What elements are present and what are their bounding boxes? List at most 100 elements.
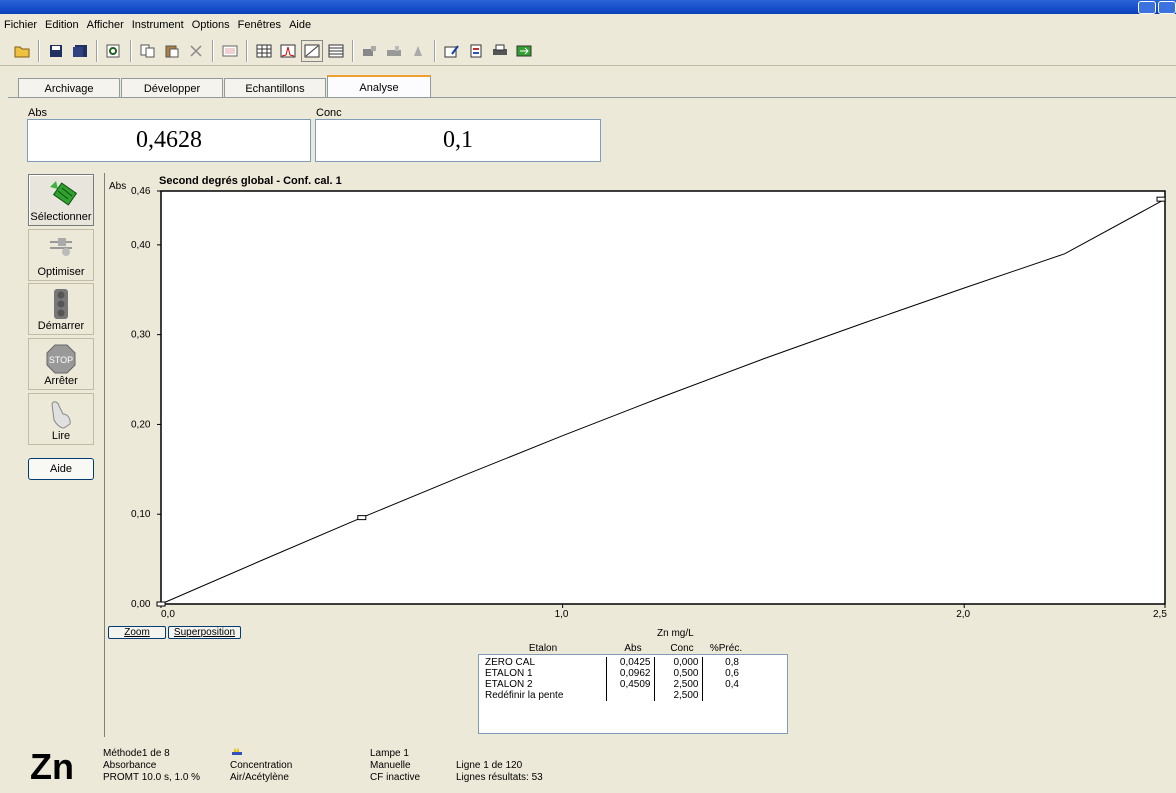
open-folder-icon[interactable]	[11, 40, 33, 62]
menu-aide[interactable]: Aide	[285, 19, 315, 31]
grid-view-icon[interactable]	[325, 40, 347, 62]
optimize-icon	[44, 234, 78, 265]
status-mode-line: Absorbance	[103, 760, 157, 771]
help-button[interactable]: Aide	[28, 458, 94, 480]
table-cell	[606, 690, 655, 701]
read-button[interactable]: Lire	[28, 393, 94, 445]
status-method-line: Méthode1 de 8	[103, 748, 170, 759]
table-cell: 0,4509	[606, 679, 655, 690]
printer-icon[interactable]	[489, 40, 511, 62]
table-cell: 2,500	[654, 679, 703, 690]
table-row[interactable]: Redéfinir la pente 2,500	[482, 690, 742, 701]
zoom-button[interactable]: Zoom	[108, 626, 166, 639]
menu-options[interactable]: Options	[188, 19, 234, 31]
instrument-icon[interactable]	[359, 40, 381, 62]
y-tick-label: 0,46	[131, 186, 151, 197]
save-all-icon[interactable]	[69, 40, 91, 62]
superposition-button[interactable]: Superposition	[168, 626, 241, 639]
calibration-table: Etalon Abs Conc %Préc. ZERO CAL 0,0425 0,0…	[478, 643, 788, 735]
select-label: Sélectionner	[30, 211, 92, 223]
copy-icon[interactable]	[137, 40, 159, 62]
traffic-light-icon	[44, 288, 78, 323]
tab-analyse[interactable]: Analyse	[327, 75, 431, 98]
table-cell: ZERO CAL	[482, 657, 607, 668]
tab-developper[interactable]: Développer	[121, 78, 223, 98]
y-tick-label: 0,00	[131, 599, 151, 610]
conc-readout: 0,1	[315, 119, 601, 162]
save-icon[interactable]	[45, 40, 67, 62]
hand-icon	[44, 398, 78, 433]
status-lamp: Lampe 1 Manuelle CF inactive	[370, 748, 420, 784]
conc-label: Conc	[316, 107, 342, 119]
col-abs: Abs	[624, 643, 642, 654]
status-promt-line: PROMT 10.0 s, 1.0 %	[103, 772, 201, 783]
optimize-button[interactable]: Optimiser	[28, 229, 94, 281]
status-unit-line: Concentration	[230, 760, 293, 771]
menu-bar: Fichier Edition Afficher Instrument Opti…	[0, 14, 1176, 36]
table-cell: 2,500	[654, 690, 703, 701]
print-preview-icon[interactable]	[103, 40, 125, 62]
x-axis-label: Zn mg/L	[657, 628, 694, 639]
optimize-label: Optimiser	[37, 266, 85, 278]
table-cell: 0,6	[725, 668, 739, 679]
table-row[interactable]: ZERO CAL 0,0425 0,000 0,8	[482, 657, 742, 668]
table-cell: 0,500	[654, 668, 703, 679]
y-tick-label: 0,10	[131, 509, 151, 520]
chart-title: Second degrés global - Conf. cal. 1	[159, 175, 342, 187]
menu-fenetres[interactable]: Fenêtres	[234, 19, 285, 31]
col-prec: %Préc.	[709, 643, 743, 654]
table-view-icon[interactable]	[253, 40, 275, 62]
table-cell: 0,0962	[606, 668, 655, 679]
table-row[interactable]: ETALON 2 0,4509 2,500 0,4	[482, 679, 742, 690]
table-cell: ETALON 2	[482, 679, 607, 690]
element-symbol: Zn	[30, 746, 74, 787]
peak-view-icon[interactable]	[277, 40, 299, 62]
table-row[interactable]: ETALON 1 0,0962 0,500 0,6	[482, 668, 742, 679]
tab-archivage[interactable]: Archivage	[18, 78, 120, 98]
x-tick-label: 2,0	[956, 609, 970, 620]
col-conc: Conc	[670, 643, 694, 654]
status-gas-line: Air/Acétylène	[230, 772, 289, 783]
lamp-icon[interactable]	[383, 40, 405, 62]
start-button[interactable]: Démarrer	[28, 283, 94, 335]
toolbar	[0, 36, 1176, 66]
table-cell: 0,8	[725, 657, 739, 668]
y-tick-label: 0,40	[131, 240, 151, 251]
abs-label: Abs	[28, 107, 47, 119]
title-bar	[0, 0, 1176, 14]
menu-fichier[interactable]: Fichier	[0, 19, 41, 31]
export-icon[interactable]	[513, 40, 535, 62]
table-cell	[702, 690, 742, 701]
edit-method-icon[interactable]	[441, 40, 463, 62]
calculator-icon[interactable]	[219, 40, 241, 62]
table-cell: Redéfinir la pente	[482, 690, 607, 701]
menu-edition[interactable]: Edition	[41, 19, 83, 31]
status-method: Méthode1 de 8 Absorbance PROMT 10.0 s, 1…	[103, 748, 200, 784]
x-tick-label: 2,5	[1153, 609, 1167, 620]
x-tick-label: 0,0	[161, 609, 175, 620]
svg-text:STOP: STOP	[49, 355, 73, 365]
tab-strip: Archivage Développer Echantillons Analys…	[18, 75, 432, 98]
tab-echantillons[interactable]: Echantillons	[224, 78, 326, 98]
x-tick-label: 1,0	[555, 609, 569, 620]
menu-afficher[interactable]: Afficher	[83, 19, 128, 31]
delete-icon[interactable]	[185, 40, 207, 62]
stop-sign-icon: STOP	[44, 343, 78, 378]
status-measure: Concentration Air/Acétylène	[230, 747, 293, 784]
minimize-button[interactable]	[1138, 1, 1156, 14]
paste-icon[interactable]	[161, 40, 183, 62]
plot-background	[160, 190, 1166, 605]
status-mode2-line: Manuelle	[370, 760, 411, 771]
report-icon[interactable]	[465, 40, 487, 62]
menu-instrument[interactable]: Instrument	[128, 19, 188, 31]
maximize-button[interactable]	[1158, 1, 1176, 14]
y-axis-label: Abs	[109, 181, 126, 192]
flame-icon[interactable]	[407, 40, 429, 62]
select-button[interactable]: Sélectionner	[28, 174, 94, 226]
table-cell: ETALON 1	[482, 668, 607, 679]
y-tick-label: 0,30	[131, 330, 151, 341]
y-tick-label: 0,20	[131, 419, 151, 430]
stop-button[interactable]: STOP Arrêter	[28, 338, 94, 390]
calibration-view-icon[interactable]	[301, 39, 323, 62]
table-cell: 0,000	[654, 657, 703, 668]
